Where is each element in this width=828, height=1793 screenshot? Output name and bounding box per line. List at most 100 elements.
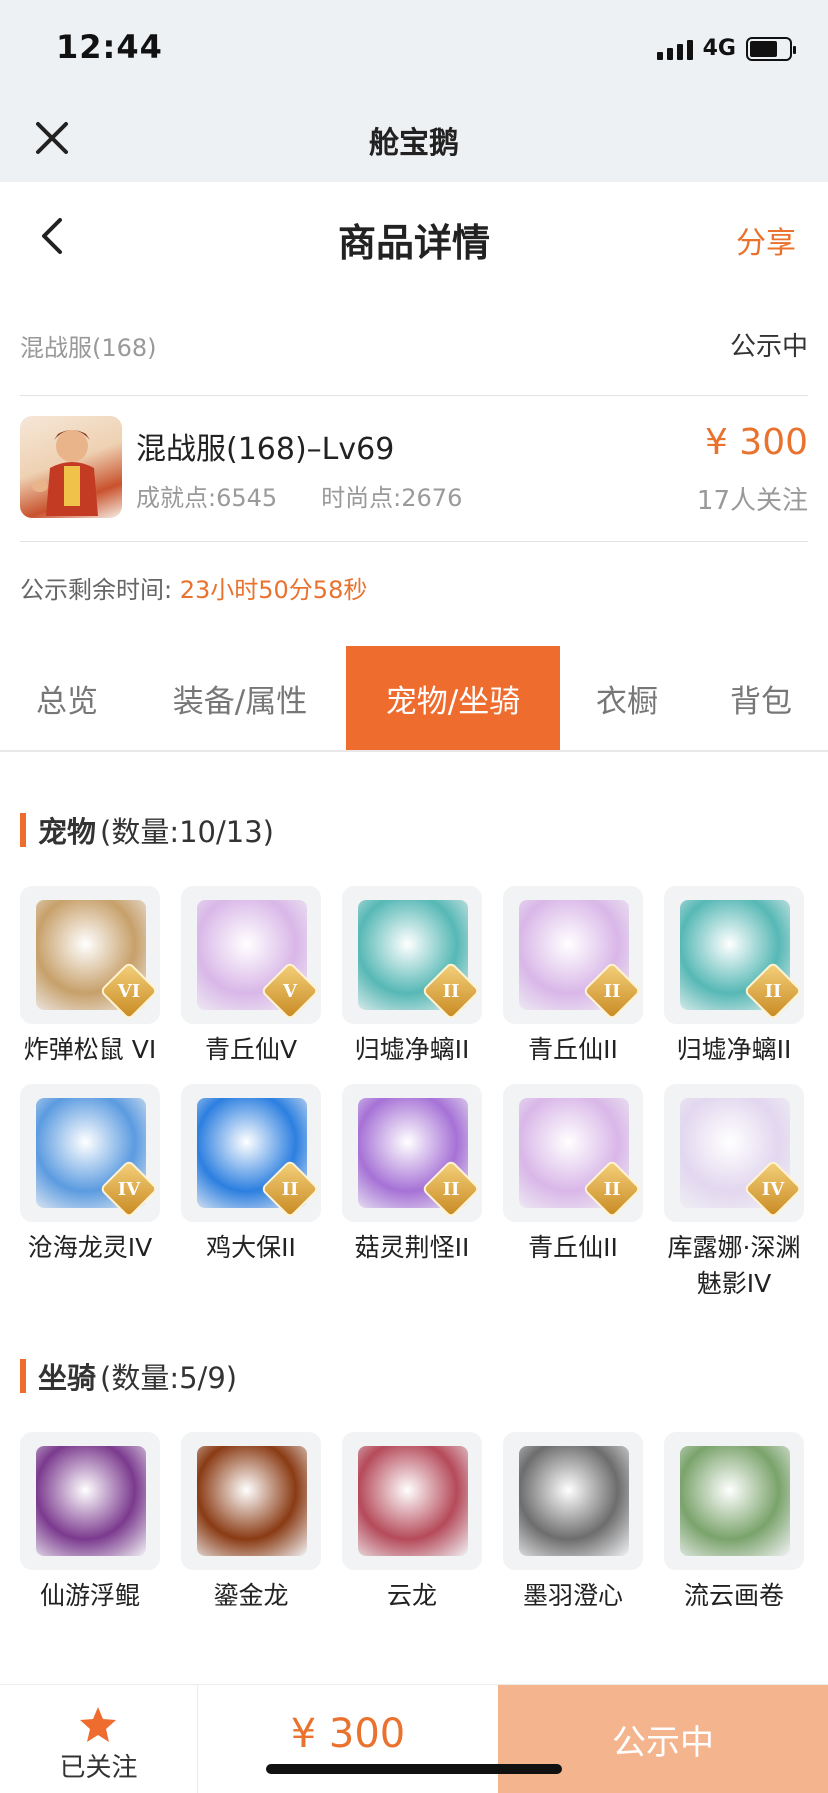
tab-overview[interactable]: 总览 xyxy=(0,646,134,750)
grade-badge-text: II xyxy=(603,1178,621,1200)
squirrel-pet-icon: VI xyxy=(20,886,160,1024)
tile-label: 青丘仙V xyxy=(204,1035,298,1064)
pet-tile[interactable]: II 归墟净螭II xyxy=(342,886,482,1068)
pet-tile[interactable]: V 青丘仙V xyxy=(181,886,321,1068)
network-type: 4G xyxy=(702,36,736,61)
dragon-pet-icon: II xyxy=(664,886,804,1024)
tile-label: 归墟净螭II xyxy=(354,1035,470,1064)
grade-badge-text: II xyxy=(764,980,782,1002)
blue-bird-pet-icon: II xyxy=(181,1084,321,1222)
pet-tile[interactable]: IV 沧海龙灵IV xyxy=(20,1084,160,1266)
grade-badge-text: II xyxy=(442,980,460,1002)
pet-tile[interactable]: II 鸡大保II xyxy=(181,1084,321,1266)
countdown-value: 23小时50分58秒 xyxy=(179,576,368,604)
pets-section-title: 宠物 (数量:10/13) xyxy=(20,810,274,850)
tile-label: 青丘仙II xyxy=(528,1035,618,1064)
product-price: ¥ 300 xyxy=(704,422,808,463)
scroll-painting-mount-icon xyxy=(664,1432,804,1570)
tab-equipment[interactable]: 装备/属性 xyxy=(134,646,346,750)
countdown: 公示剩余时间: 23小时50分58秒 xyxy=(20,570,367,605)
tile-art xyxy=(680,1446,790,1556)
pet-tile[interactable]: II 归墟净螭II xyxy=(664,886,804,1068)
app-bar: 舱宝鹅 xyxy=(0,94,828,182)
tile-label: 流云画卷 xyxy=(683,1581,784,1610)
tab-wardrobe[interactable]: 衣橱 xyxy=(560,646,694,750)
share-button[interactable]: 分享 xyxy=(736,218,796,262)
fox-fairy-pet-icon: II xyxy=(503,886,643,1024)
pet-tile[interactable]: II 菇灵荆怪II xyxy=(342,1084,482,1266)
server-row: 混战服(168) 公示中 xyxy=(20,310,808,396)
pet-grid: VI 炸弹松鼠 VI V 青丘仙V II 归墟净螭II II 青丘仙II II 归墟净螭II IV 沧… xyxy=(20,886,810,1306)
tab-backpack[interactable]: 背包 xyxy=(694,646,828,750)
countdown-label: 公示剩余时间: xyxy=(20,576,173,604)
mount-tile[interactable]: 仙游浮鲲 xyxy=(20,1432,160,1614)
follow-button[interactable]: 已关注 xyxy=(0,1685,198,1793)
product-meta: 成就点:6545 时尚点:2676 xyxy=(136,478,462,513)
mount-tile[interactable]: 流云画卷 xyxy=(664,1432,804,1614)
tile-label: 仙游浮鲲 xyxy=(39,1581,140,1610)
tile-label: 墨羽澄心 xyxy=(522,1581,623,1610)
star-icon xyxy=(78,1705,118,1745)
pet-tile[interactable]: VI 炸弹松鼠 VI xyxy=(20,886,160,1068)
grade-badge-text: II xyxy=(603,980,621,1002)
status-bar: 12:44 4G xyxy=(0,0,828,94)
bottom-price: ¥ 300 xyxy=(290,1711,406,1757)
server-status: 公示中 xyxy=(729,332,808,362)
achievement-points: 成就点:6545 xyxy=(136,484,278,512)
character-avatar xyxy=(20,416,122,518)
mount-grid: 仙游浮鲲 鎏金龙 云龙 墨羽澄心 流云画卷 xyxy=(20,1432,810,1632)
tile-art xyxy=(197,1446,307,1556)
cloud-dragon-mount-icon xyxy=(342,1432,482,1570)
mounts-count: (数量:5/9) xyxy=(100,1361,238,1395)
bottom-bar: 已关注 ¥ 300 公示中 xyxy=(0,1684,828,1793)
product-summary[interactable]: 混战服(168)–Lv69 成就点:6545 时尚点:2676 ¥ 300 17… xyxy=(20,400,808,542)
app-title: 舱宝鹅 xyxy=(369,126,459,161)
tile-label: 菇灵荆怪II xyxy=(354,1233,470,1262)
grade-badge-text: V xyxy=(283,980,297,1002)
grade-badge-text: VI xyxy=(117,980,141,1002)
pet-tile[interactable]: II 青丘仙II xyxy=(503,1084,643,1266)
status-time: 12:44 xyxy=(56,28,163,66)
status-indicators: 4G xyxy=(656,36,796,61)
tile-label: 云龙 xyxy=(386,1581,437,1610)
fashion-points: 时尚点:2676 xyxy=(321,484,463,512)
tile-label: 炸弹松鼠 VI xyxy=(23,1035,157,1064)
follow-label: 已关注 xyxy=(59,1753,138,1783)
mount-tile[interactable]: 鎏金龙 xyxy=(181,1432,321,1614)
section-accent-bar xyxy=(20,1359,26,1393)
product-name: 混战服(168)–Lv69 xyxy=(136,432,395,467)
tile-label: 鎏金龙 xyxy=(213,1581,289,1610)
tab-pets-mounts[interactable]: 宠物/坐骑 xyxy=(346,646,560,750)
section-accent-bar xyxy=(20,813,26,847)
floating-whale-mount-icon xyxy=(20,1432,160,1570)
tile-label: 青丘仙II xyxy=(528,1233,618,1262)
grade-badge-text: IV xyxy=(117,1178,141,1200)
tile-label: 沧海龙灵IV xyxy=(27,1233,153,1262)
home-indicator xyxy=(266,1764,562,1774)
battery-icon xyxy=(746,36,796,61)
tile-label: 归墟净螭II xyxy=(676,1035,792,1064)
page-title: 商品详情 xyxy=(337,221,490,265)
fox-fairy-pet-icon: II xyxy=(503,1084,643,1222)
pets-count: (数量:10/13) xyxy=(100,815,274,849)
signal-icon xyxy=(656,38,693,60)
pet-tile[interactable]: II 青丘仙II xyxy=(503,886,643,1068)
tile-art xyxy=(358,1446,468,1556)
abyss-phantom-pet-icon: IV xyxy=(664,1084,804,1222)
mount-tile[interactable]: 墨羽澄心 xyxy=(503,1432,643,1614)
server-name: 混战服(168) xyxy=(20,334,157,362)
pet-tile[interactable]: IV 库露娜·深渊魅影IV xyxy=(664,1084,804,1302)
page-header: 商品详情 分享 xyxy=(0,182,828,292)
mounts-title: 坐骑 xyxy=(38,1361,97,1395)
fox-fairy-pet-icon: V xyxy=(181,886,321,1024)
pets-title: 宠物 xyxy=(38,815,97,849)
ink-feather-mount-icon xyxy=(503,1432,643,1570)
sea-dragon-spirit-icon: IV xyxy=(20,1084,160,1222)
mount-tile[interactable]: 云龙 xyxy=(342,1432,482,1614)
mounts-section-title: 坐骑 (数量:5/9) xyxy=(20,1356,237,1396)
mushroom-spirit-pet-icon: II xyxy=(342,1084,482,1222)
public-status-button[interactable]: 公示中 xyxy=(498,1685,828,1793)
follower-count: 17人关注 xyxy=(696,486,808,516)
golden-dragon-mount-icon xyxy=(181,1432,321,1570)
tile-label: 鸡大保II xyxy=(206,1233,296,1262)
